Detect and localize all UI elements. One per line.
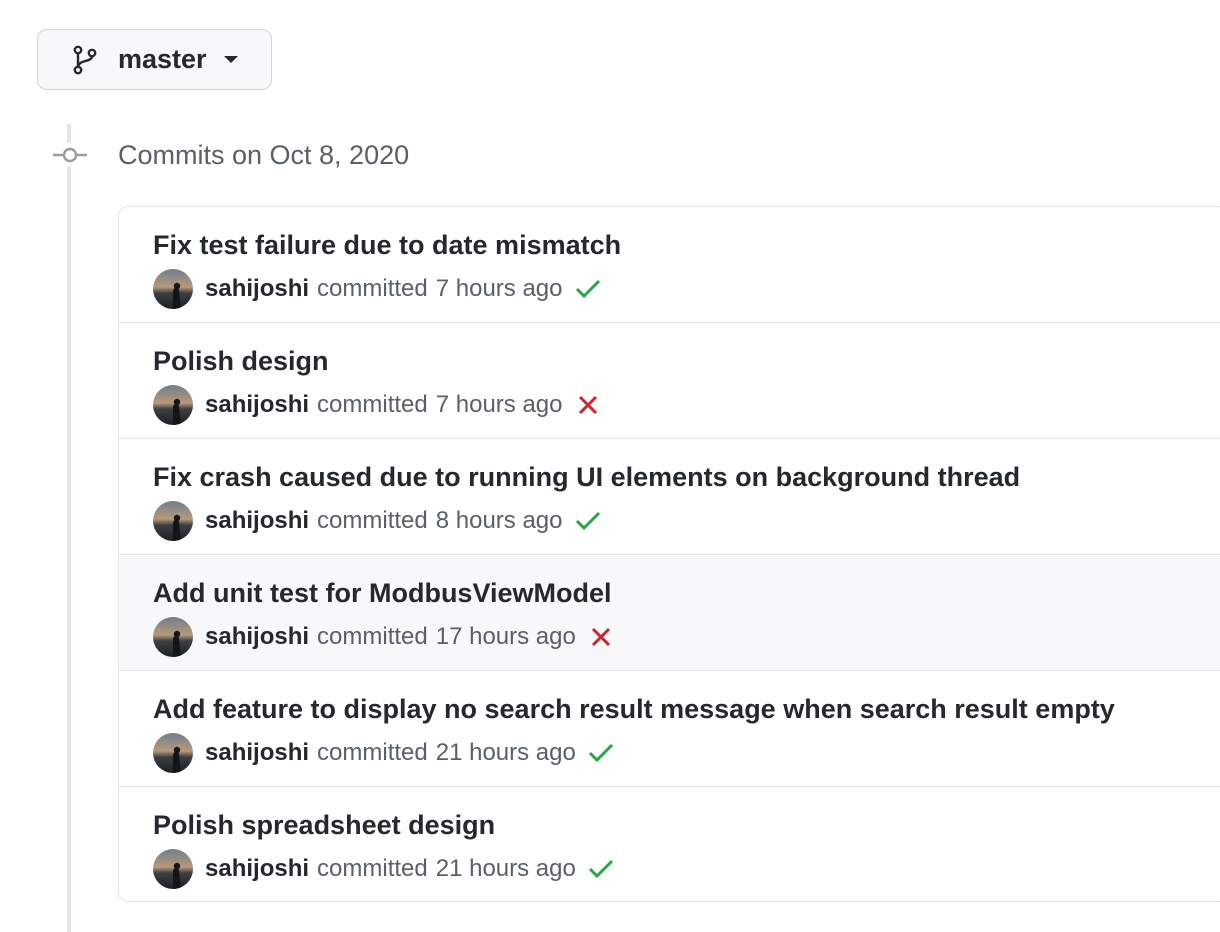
check-icon[interactable] — [588, 740, 614, 766]
commit-author[interactable]: sahijoshi — [205, 507, 309, 535]
timeline-line — [67, 124, 71, 932]
commit-row[interactable]: Add feature to display no search result … — [119, 671, 1220, 787]
check-icon[interactable] — [575, 508, 601, 534]
commit-time: 7 hours ago — [435, 391, 563, 418]
commit-title[interactable]: Polish design — [153, 344, 329, 378]
caret-down-icon — [223, 55, 239, 65]
check-icon[interactable] — [575, 276, 601, 302]
commit-title[interactable]: Polish spreadsheet design — [153, 808, 495, 842]
commit-meta: sahijoshi committed 17 hours ago — [153, 617, 614, 657]
commit-author[interactable]: sahijoshi — [205, 739, 309, 767]
commit-time: 21 hours ago — [435, 855, 576, 882]
avatar[interactable] — [153, 849, 193, 889]
commit-row[interactable]: Polish design sahijoshi committed 7 hours a… — [119, 323, 1220, 439]
commit-meta: sahijoshi committed 8 hours ago — [153, 501, 601, 541]
commit-time: 21 hours ago — [435, 739, 576, 766]
branch-name: master — [118, 44, 207, 74]
commit-time: 7 hours ago — [435, 275, 563, 302]
commit-title[interactable]: Add feature to display no search result … — [153, 692, 1115, 726]
git-branch-icon — [72, 45, 100, 75]
commit-row[interactable]: Fix test failure due to date mismatch sah… — [119, 207, 1220, 323]
commit-action: committed — [317, 739, 428, 766]
avatar[interactable] — [153, 617, 193, 657]
commit-title[interactable]: Fix crash caused due to running UI eleme… — [153, 460, 1020, 494]
commit-meta: sahijoshi committed 7 hours ago — [153, 269, 601, 309]
avatar[interactable] — [153, 385, 193, 425]
commit-author[interactable]: sahijoshi — [205, 391, 309, 419]
commit-action: committed — [317, 391, 428, 418]
commit-action: committed — [317, 623, 428, 650]
branch-select-button[interactable]: master — [37, 29, 272, 90]
commit-title[interactable]: Fix test failure due to date mismatch — [153, 228, 621, 262]
avatar[interactable] — [153, 269, 193, 309]
avatar[interactable] — [153, 733, 193, 773]
commit-row[interactable]: Add unit test for ModbusViewModel sahijos… — [119, 555, 1220, 671]
commit-title[interactable]: Add unit test for ModbusViewModel — [153, 576, 612, 610]
avatar[interactable] — [153, 501, 193, 541]
x-icon[interactable] — [575, 392, 601, 418]
commit-author[interactable]: sahijoshi — [205, 855, 309, 883]
commit-meta: sahijoshi committed 7 hours ago — [153, 385, 601, 425]
commit-author[interactable]: sahijoshi — [205, 623, 309, 651]
commit-row[interactable]: Fix crash caused due to running UI eleme… — [119, 439, 1220, 555]
commit-action: committed — [317, 855, 428, 882]
commit-meta: sahijoshi committed 21 hours ago — [153, 733, 614, 773]
commit-meta: sahijoshi committed 21 hours ago — [153, 849, 614, 889]
commit-action: committed — [317, 275, 428, 302]
commit-time: 8 hours ago — [435, 507, 563, 534]
commit-row[interactable]: Polish spreadsheet design sahijoshi commit… — [119, 787, 1220, 901]
commit-list: Fix test failure due to date mismatch sah… — [118, 206, 1220, 902]
check-icon[interactable] — [588, 856, 614, 882]
commit-action: committed — [317, 507, 428, 534]
git-commit-icon — [53, 143, 87, 167]
commit-author[interactable]: sahijoshi — [205, 275, 309, 303]
commits-date-heading: Commits on Oct 8, 2020 — [118, 140, 410, 170]
commit-time: 17 hours ago — [435, 623, 576, 650]
x-icon[interactable] — [588, 624, 614, 650]
